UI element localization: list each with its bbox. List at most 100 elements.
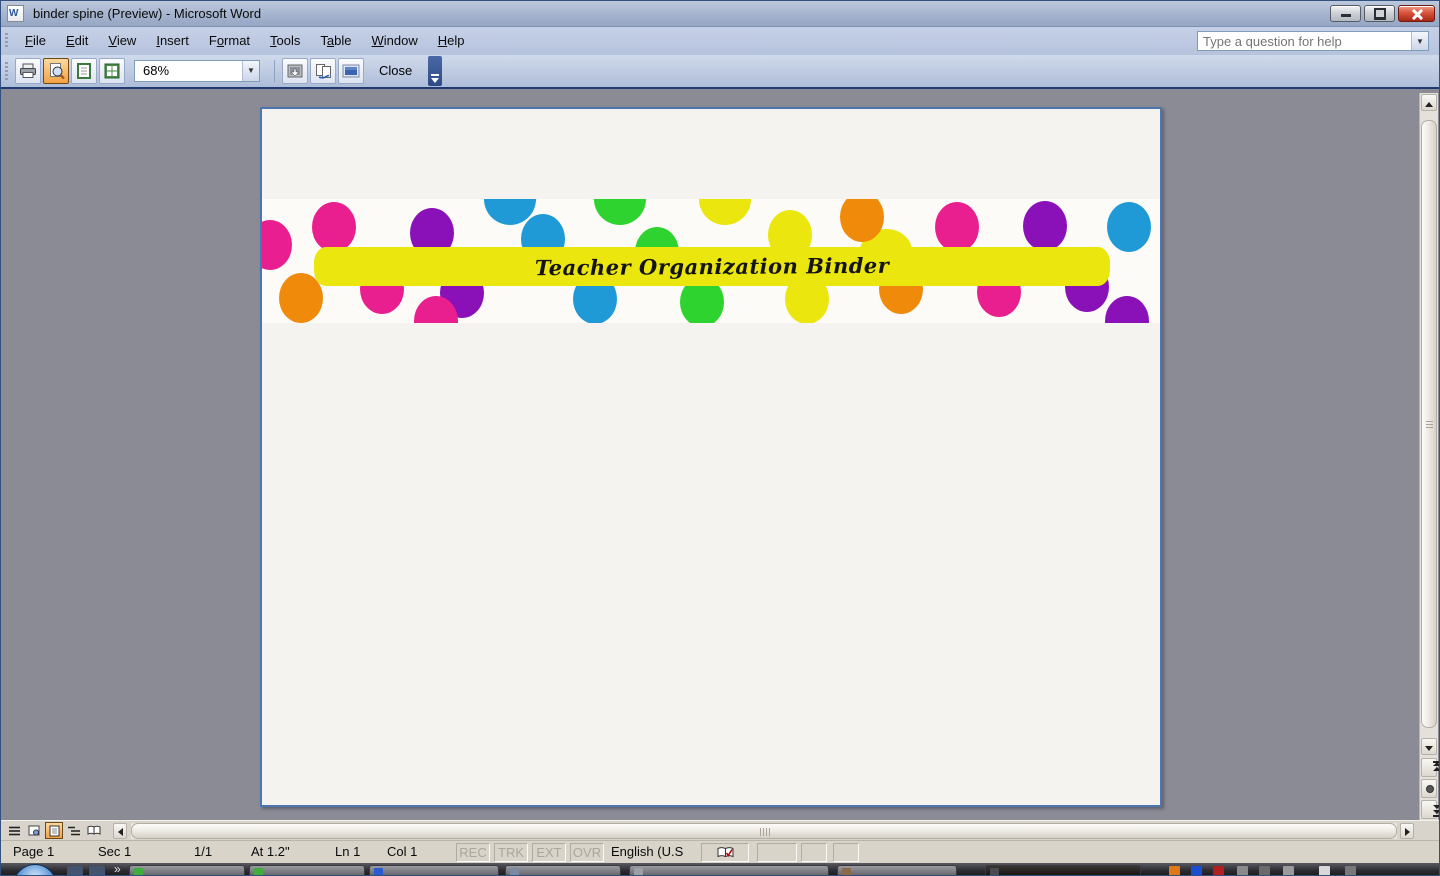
outline-view-button[interactable] <box>65 822 83 839</box>
horizontal-scroll-thumb[interactable] <box>131 823 1397 839</box>
previous-page-button[interactable] <box>1421 758 1439 777</box>
tray-icon[interactable] <box>1259 866 1270 875</box>
menu-table[interactable]: Table <box>310 27 361 55</box>
menu-view[interactable]: View <box>98 27 146 55</box>
print-button[interactable] <box>15 58 41 84</box>
help-search-input[interactable] <box>1198 32 1411 50</box>
menu-format[interactable]: Format <box>199 27 260 55</box>
window-controls <box>1330 5 1435 22</box>
taskbar-app-icon <box>254 868 263 875</box>
toggle-rec[interactable]: REC <box>456 843 490 862</box>
polka-dot <box>935 202 979 252</box>
taskbar-button[interactable] <box>249 865 365 875</box>
thumb-grip <box>1426 421 1433 429</box>
word-badge: W <box>9 8 19 19</box>
menu-tools[interactable]: Tools <box>260 27 310 55</box>
arrow-right-icon <box>1404 828 1410 836</box>
scroll-right-button[interactable] <box>1400 823 1414 839</box>
taskbar-app-icon <box>842 868 851 875</box>
quick-launch-icon[interactable] <box>67 866 83 875</box>
close-window-button[interactable] <box>1398 5 1435 22</box>
banner-text: Teacher Organization Binder <box>534 252 890 281</box>
taskbar-chevron-icon[interactable]: » <box>114 863 121 875</box>
status-language[interactable]: English (U.S <box>611 841 683 863</box>
toggle-ext[interactable]: EXT <box>532 843 566 862</box>
help-search-box[interactable]: ▼ <box>1197 31 1429 51</box>
tray-icon[interactable] <box>1191 866 1202 875</box>
minimize-button[interactable] <box>1330 5 1361 22</box>
status-empty-cell <box>833 843 859 862</box>
quick-launch-icon[interactable] <box>89 866 105 875</box>
zoom-value: 68% <box>143 63 170 78</box>
close-preview-button[interactable]: Close <box>367 59 424 83</box>
outline-view-icon <box>68 826 80 835</box>
banner: Teacher Organization Binder <box>314 247 1110 286</box>
toolbar-options-button[interactable] <box>428 56 443 86</box>
browse-ball-icon <box>1426 785 1434 793</box>
taskbar-button[interactable] <box>505 865 621 875</box>
taskbar-button[interactable] <box>369 865 499 875</box>
tray-icon[interactable] <box>1345 866 1356 875</box>
select-browse-object-button[interactable] <box>1421 779 1437 798</box>
web-layout-view-button[interactable] <box>25 822 43 839</box>
horizontal-scroll-track[interactable] <box>131 823 1397 839</box>
menu-window[interactable]: Window <box>362 27 428 55</box>
taskbar-button[interactable] <box>837 865 957 875</box>
arrow-up-icon <box>1425 102 1433 107</box>
multiple-pages-button[interactable] <box>99 58 125 84</box>
print-layout-view-button[interactable] <box>45 822 63 839</box>
toggle-ovr[interactable]: OVR <box>570 843 604 862</box>
word-app-icon: W <box>7 5 24 22</box>
start-button[interactable] <box>13 864 57 875</box>
reading-layout-view-button[interactable] <box>85 822 103 839</box>
restore-button[interactable] <box>1364 5 1395 22</box>
tray-icon[interactable] <box>1169 866 1180 875</box>
status-line: Ln 1 <box>335 844 361 859</box>
polka-dot <box>1023 201 1067 251</box>
zoom-combobox[interactable]: 68% ▼ <box>134 60 260 82</box>
titlebar[interactable]: W binder spine (Preview) - Microsoft Wor… <box>1 1 1439 27</box>
status-page: Page 1 <box>13 844 55 859</box>
chevron-down-icon[interactable]: ▼ <box>1411 32 1428 50</box>
taskbar-app-icon <box>634 868 643 875</box>
scroll-down-button[interactable] <box>1421 738 1437 755</box>
tray-icon[interactable] <box>1283 866 1294 875</box>
menu-insert[interactable]: Insert <box>146 27 199 55</box>
next-page-button[interactable] <box>1421 800 1439 819</box>
full-screen-button[interactable] <box>338 58 364 84</box>
menu-file[interactable]: File <box>15 27 56 55</box>
one-page-button[interactable] <box>71 58 97 84</box>
horizontal-scroll-row <box>1 820 1439 840</box>
spelling-status-cell[interactable] <box>701 843 749 862</box>
view-buttons <box>5 822 103 839</box>
scroll-left-button[interactable] <box>113 823 127 839</box>
polka-dot <box>312 202 356 252</box>
menu-help[interactable]: Help <box>428 27 475 55</box>
shrink-to-fit-button[interactable] <box>310 58 336 84</box>
menubar-grip[interactable] <box>5 33 8 49</box>
taskbar-app-icon <box>510 868 519 875</box>
vertical-scrollbar[interactable] <box>1419 93 1439 820</box>
taskbar-app-icon <box>374 868 383 875</box>
polka-dot <box>1107 202 1151 252</box>
toolbar-grip[interactable] <box>5 62 8 80</box>
tray-icon[interactable] <box>1213 866 1224 875</box>
normal-view-button[interactable] <box>5 822 23 839</box>
menubar: File Edit View Insert Format Tools Table… <box>1 27 1439 55</box>
taskbar-button-active[interactable] <box>985 865 1141 875</box>
vertical-scroll-thumb[interactable] <box>1421 120 1437 728</box>
toggle-trk[interactable]: TRK <box>494 843 528 862</box>
taskbar-button[interactable] <box>129 865 245 875</box>
magnifier-button[interactable] <box>43 58 69 84</box>
menu-edit[interactable]: Edit <box>56 27 98 55</box>
tray-icon[interactable] <box>1319 866 1330 875</box>
polka-dot <box>699 199 751 225</box>
spelling-book-icon <box>717 847 733 858</box>
tray-icon[interactable] <box>1237 866 1248 875</box>
polka-dot <box>262 220 292 270</box>
taskbar-button[interactable] <box>629 865 829 875</box>
zoom-dropdown-arrow[interactable]: ▼ <box>242 61 259 81</box>
document-page[interactable]: Teacher Organization Binder <box>260 107 1162 807</box>
view-ruler-button[interactable] <box>282 58 308 84</box>
scroll-up-button[interactable] <box>1421 94 1437 111</box>
